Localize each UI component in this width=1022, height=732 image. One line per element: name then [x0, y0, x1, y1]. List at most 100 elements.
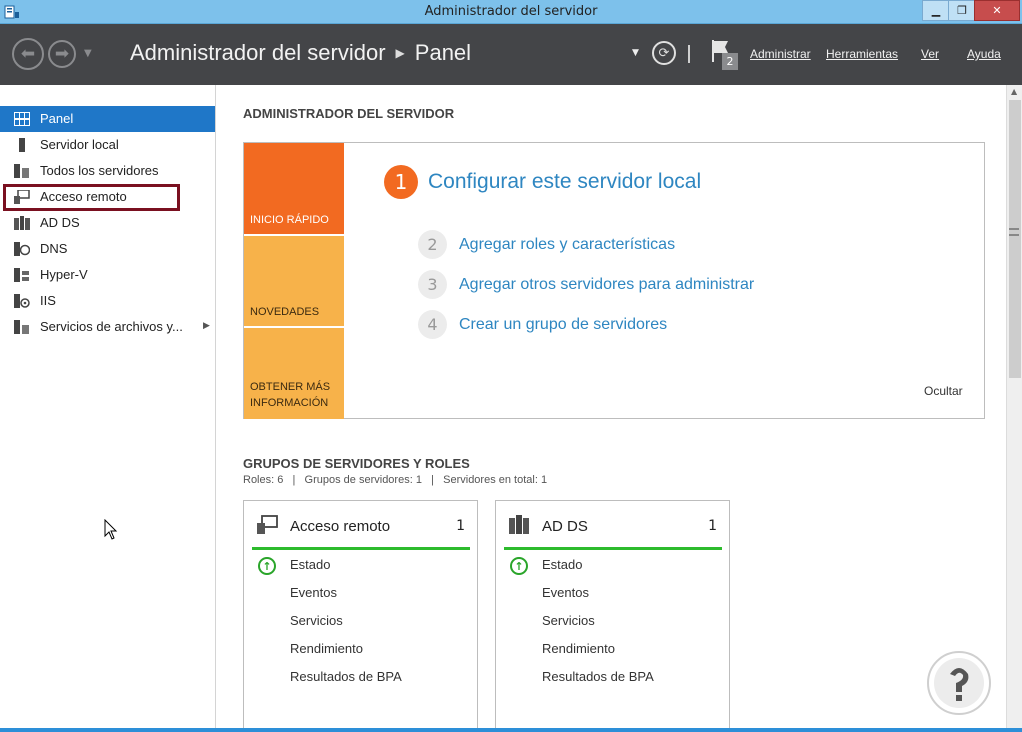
breadcrumb: Administrador del servidor ▶ Panel: [130, 40, 471, 66]
app-header: ⬅ ➡ ▼ Administrador del servidor ▶ Panel…: [0, 24, 1022, 85]
card-row-eventos[interactable]: Eventos: [542, 585, 589, 600]
role-card-acceso-remoto: Acceso remoto 1 ↑ Estado Eventos Servici…: [243, 500, 478, 732]
minimize-button[interactable]: ▁: [922, 0, 950, 21]
scrollbar-thumb[interactable]: [1009, 100, 1021, 378]
arrow-left-icon: ⬅: [20, 44, 36, 64]
step-agregar-roles[interactable]: 2 Agregar roles y características: [418, 230, 675, 259]
status-bar: [504, 547, 722, 550]
minimize-icon: ▁: [931, 4, 941, 17]
back-button[interactable]: ⬅: [12, 38, 44, 70]
sidebar-item-hyper-v[interactable]: Hyper-V: [0, 262, 215, 288]
role-card-ad-ds: AD DS 1 ↑ Estado Eventos Servicios Rendi…: [495, 500, 730, 732]
step-link[interactable]: Crear un grupo de servidores: [459, 316, 667, 334]
section-title: ADMINISTRADOR DEL SERVIDOR: [243, 106, 455, 121]
status-ok-icon: ↑: [258, 557, 276, 575]
card-row-servicios[interactable]: Servicios: [290, 613, 343, 628]
scrollbar-grip-icon: [1009, 228, 1019, 236]
mouse-cursor-icon: [104, 519, 118, 540]
step-link[interactable]: Agregar otros servidores para administra…: [459, 276, 754, 294]
sidebar-item-label: Panel: [40, 111, 74, 126]
sidebar-item-label: IIS: [40, 293, 56, 308]
card-row-eventos[interactable]: Eventos: [290, 585, 337, 600]
sidebar-item-panel[interactable]: Panel: [0, 106, 215, 132]
tile-novedades[interactable]: NOVEDADES: [244, 236, 344, 326]
sidebar-item-ad-ds[interactable]: AD DS: [0, 210, 215, 236]
dns-icon: [14, 242, 30, 256]
status-ok-icon: ↑: [510, 557, 528, 575]
card-title[interactable]: AD DS: [542, 518, 588, 535]
main-content: ADMINISTRADOR DEL SERVIDOR INICIO RÁPIDO…: [217, 85, 1006, 732]
ad-ds-icon: [14, 216, 30, 230]
card-row-servicios[interactable]: Servicios: [542, 613, 595, 628]
menu-ayuda[interactable]: Ayuda: [967, 47, 1001, 61]
groups-summary: Roles: 6 | Grupos de servidores: 1 | Ser…: [243, 474, 548, 486]
header-divider: [688, 45, 690, 63]
quick-start-panel: INICIO RÁPIDO NOVEDADES OBTENER MÁS INFO…: [243, 142, 985, 419]
sidebar-item-label: Todos los servidores: [40, 163, 159, 178]
card-row-estado[interactable]: Estado: [542, 557, 582, 572]
dashboard-icon: [14, 112, 30, 126]
step-configurar-servidor-local[interactable]: 1 Configurar este servidor local: [384, 165, 701, 199]
window-title-bar: Administrador del servidor ▁ ❐ ✕: [0, 0, 1022, 24]
sidebar-item-label: Servidor local: [40, 137, 119, 152]
server-icon: [19, 138, 25, 152]
sidebar-item-todos-servidores[interactable]: Todos los servidores: [0, 158, 215, 184]
scroll-up-icon[interactable]: ▲: [1011, 87, 1017, 96]
tile-inicio-rapido[interactable]: INICIO RÁPIDO: [244, 143, 344, 234]
sidebar-item-label: Hyper-V: [40, 267, 88, 282]
breadcrumb-root[interactable]: Administrador del servidor: [130, 40, 386, 66]
vertical-scrollbar[interactable]: ▲: [1006, 85, 1022, 732]
arrow-right-icon: ➡: [54, 44, 70, 64]
tile-label: NOVEDADES: [250, 306, 320, 318]
hide-link[interactable]: Ocultar: [924, 384, 963, 398]
menu-ver[interactable]: Ver: [921, 47, 939, 61]
card-title[interactable]: Acceso remoto: [290, 518, 390, 535]
step-number-badge: 4: [418, 310, 447, 339]
watermark-logo-icon: [927, 651, 991, 715]
forward-button[interactable]: ➡: [48, 40, 76, 68]
card-row-bpa[interactable]: Resultados de BPA: [290, 669, 402, 684]
sidebar-item-servidor-local[interactable]: Servidor local: [0, 132, 215, 158]
close-icon: ✕: [992, 4, 1002, 17]
sidebar-item-label: DNS: [40, 241, 68, 256]
card-count: 1: [456, 518, 465, 534]
servers-icon: [14, 164, 29, 178]
step-number-badge: 1: [384, 165, 418, 199]
step-link[interactable]: Configurar este servidor local: [428, 170, 701, 194]
breadcrumb-current: Panel: [414, 40, 472, 65]
card-row-estado[interactable]: Estado: [290, 557, 330, 572]
card-row-rendimiento[interactable]: Rendimiento: [542, 641, 615, 656]
iis-icon: [14, 294, 30, 308]
card-row-rendimiento[interactable]: Rendimiento: [290, 641, 363, 656]
tile-label-line2: INFORMACIÓN: [250, 397, 329, 409]
sidebar: Panel Servidor local Todos los servidore…: [0, 85, 216, 732]
sidebar-item-dns[interactable]: DNS: [0, 236, 215, 262]
tile-label: INICIO RÁPIDO: [250, 214, 329, 226]
refresh-button[interactable]: ⟳: [652, 41, 676, 65]
refresh-icon: ⟳: [658, 45, 670, 61]
sidebar-item-label: Servicios de archivos y...: [40, 319, 183, 334]
step-agregar-servidores[interactable]: 3 Agregar otros servidores para administ…: [418, 270, 754, 299]
chevron-right-icon[interactable]: ▶: [203, 320, 210, 331]
history-dropdown-icon[interactable]: ▼: [84, 48, 92, 59]
notifications-count-badge: 2: [722, 53, 738, 70]
restore-button[interactable]: ❐: [948, 0, 976, 21]
taskbar-strip: [0, 728, 1022, 732]
step-link[interactable]: Agregar roles y características: [459, 236, 675, 254]
sidebar-item-servicios-archivos[interactable]: Servicios de archivos y... ▶: [0, 314, 215, 340]
file-services-icon: [14, 320, 29, 334]
breadcrumb-separator-icon: ▶: [395, 46, 405, 60]
step-crear-grupo[interactable]: 4 Crear un grupo de servidores: [418, 310, 667, 339]
status-bar: [252, 547, 470, 550]
hyper-v-icon: [14, 268, 29, 282]
menu-administrar[interactable]: Administrar: [750, 47, 811, 61]
sidebar-item-iis[interactable]: IIS: [0, 288, 215, 314]
tile-label-line1: OBTENER MÁS: [250, 381, 331, 393]
card-count: 1: [708, 518, 717, 534]
close-button[interactable]: ✕: [974, 0, 1020, 21]
tile-obtener-mas-informacion[interactable]: OBTENER MÁS INFORMACIÓN: [244, 328, 344, 419]
menu-herramientas[interactable]: Herramientas: [826, 47, 898, 61]
notifications-button[interactable]: 2: [710, 39, 738, 73]
header-dropdown-icon[interactable]: ▼: [632, 48, 639, 58]
card-row-bpa[interactable]: Resultados de BPA: [542, 669, 654, 684]
